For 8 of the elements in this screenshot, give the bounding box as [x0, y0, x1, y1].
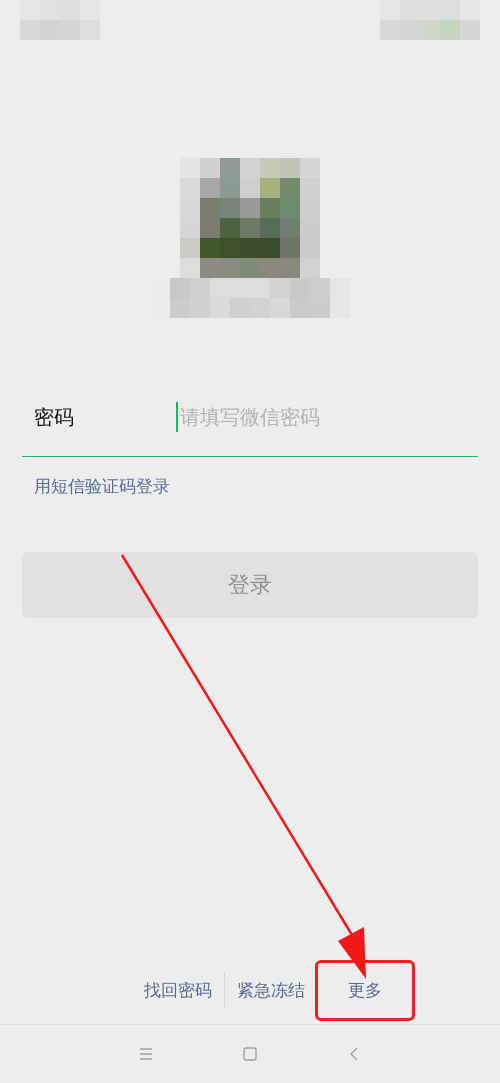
footer-link[interactable]: 紧急冻结	[225, 968, 317, 1012]
footer-link[interactable]: 更多	[318, 962, 412, 1018]
square-icon[interactable]	[243, 1047, 257, 1061]
sms-login-link[interactable]: 用短信验证码登录	[34, 475, 170, 498]
field-label: 密码	[33, 403, 75, 431]
footer-link[interactable]: 找回密码	[132, 968, 224, 1012]
password-field[interactable]: 请填写微信密码	[176, 402, 478, 432]
menu-icon[interactable]	[139, 1047, 153, 1061]
